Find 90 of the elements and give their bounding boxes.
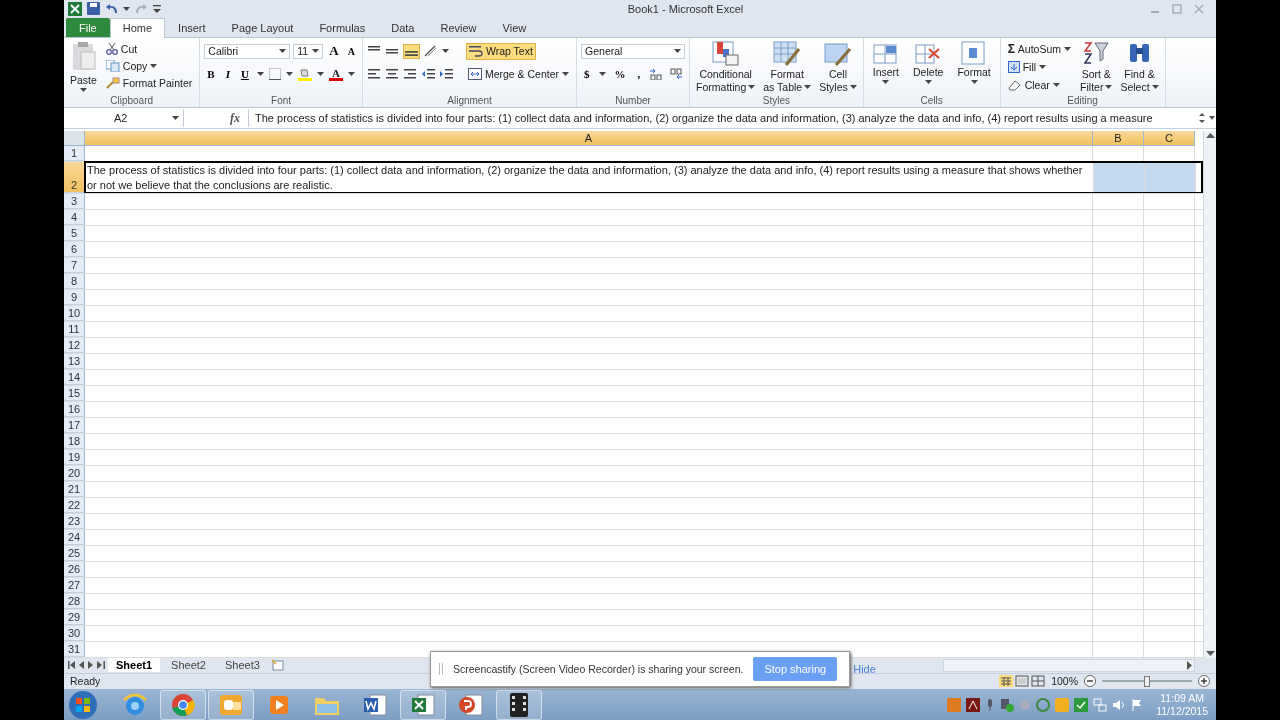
- conditional-formatting-button[interactable]: Conditional Formatting: [694, 40, 758, 94]
- delete-button[interactable]: Delete: [908, 40, 949, 94]
- fill-button[interactable]: Fill: [1004, 58, 1075, 76]
- currency-button[interactable]: $: [581, 68, 593, 81]
- ribbon-tab[interactable]: Page Layout: [218, 17, 307, 37]
- row-header[interactable]: 10: [64, 306, 85, 322]
- italic-button[interactable]: I: [222, 68, 233, 81]
- clear-button[interactable]: Clear: [1004, 76, 1075, 94]
- row-header[interactable]: 16: [64, 402, 85, 418]
- comma-button[interactable]: ,: [634, 68, 644, 81]
- row-header[interactable]: 22: [64, 498, 85, 514]
- row-header[interactable]: 13: [64, 354, 85, 370]
- group-label: Editing: [1067, 94, 1098, 106]
- row-header[interactable]: 14: [64, 370, 85, 386]
- grow-font-button[interactable]: A: [326, 43, 342, 60]
- clock-date: 11/12/2015: [1156, 704, 1208, 718]
- row-header[interactable]: 21: [64, 482, 85, 498]
- window-title: Book1 - Microsoft Excel: [626, 2, 745, 15]
- column-header[interactable]: A: [85, 131, 1093, 147]
- row-header[interactable]: 6: [64, 242, 85, 258]
- row-header[interactable]: 3: [64, 194, 85, 210]
- row-header[interactable]: 1: [64, 146, 85, 162]
- copy-button[interactable]: Copy: [102, 57, 196, 75]
- row-header[interactable]: 26: [64, 562, 85, 578]
- merge-center-button[interactable]: Merge & Center: [464, 65, 573, 83]
- notification-text: Screencastify (Screen Video Recorder) is sharing your screen.: [453, 663, 744, 675]
- cell-styles-button[interactable]: Cell Styles: [817, 40, 859, 94]
- row-header[interactable]: 24: [64, 530, 85, 546]
- font-size-field[interactable]: 11: [293, 43, 324, 59]
- insert-function-button[interactable]: fx: [230, 110, 248, 126]
- row-header[interactable]: 17: [64, 418, 85, 434]
- bold-button[interactable]: B: [204, 68, 218, 81]
- zoom-level[interactable]: 100%: [1051, 675, 1078, 688]
- ribbon-tab[interactable]: Review: [427, 17, 490, 37]
- table-cell[interactable]: The process of statistics is divided into four parts: (1) collect data and information, (2) organize the data and information, (3) analyze the data and info, (4) report results using a measure that shows whether or not we believe that the conclusions are realistic.: [86, 163, 1093, 193]
- format-as-table-button[interactable]: Format as Table: [761, 40, 814, 94]
- shrink-font-button[interactable]: A: [344, 45, 358, 57]
- row-header[interactable]: 11: [64, 322, 85, 338]
- row-header[interactable]: 23: [64, 514, 85, 530]
- formula-field[interactable]: The process of statistics is divided into four parts: (1) collect data and information, (2) organize the data and information, (3) analyze the data and info, (4) report results using a measure: [248, 109, 1196, 128]
- underline-button[interactable]: U: [237, 68, 252, 81]
- sheet-tab[interactable]: Sheet2: [163, 658, 214, 673]
- row-header[interactable]: 29: [64, 610, 85, 626]
- insert-button[interactable]: Insert: [867, 40, 905, 94]
- group-label: Alignment: [447, 94, 492, 106]
- format-button[interactable]: Format: [952, 40, 996, 94]
- ribbon-tab[interactable]: Formulas: [306, 17, 379, 37]
- row-header[interactable]: 18: [64, 434, 85, 450]
- clock-time: 11:09 AM: [1160, 691, 1204, 705]
- group-label: Number: [615, 94, 651, 106]
- name-box[interactable]: A2: [64, 109, 184, 128]
- row-header[interactable]: 8: [64, 274, 85, 290]
- status-text: Ready: [70, 675, 101, 688]
- find-select-button[interactable]: Find & Select: [1118, 40, 1161, 94]
- wrap-text-button[interactable]: Wrap Text: [465, 42, 536, 60]
- number-format-field[interactable]: General: [581, 43, 686, 59]
- column-header[interactable]: C: [1144, 131, 1195, 147]
- ribbon-tab[interactable]: File: [66, 17, 110, 37]
- percent-button[interactable]: %: [611, 68, 629, 81]
- row-header[interactable]: 5: [64, 226, 85, 242]
- sheet-tab[interactable]: Sheet1: [108, 658, 161, 673]
- row-header[interactable]: 27: [64, 578, 85, 594]
- row-header[interactable]: 25: [64, 546, 85, 562]
- autosum-button[interactable]: Σ AutoSum: [1004, 40, 1075, 58]
- sheet-tab[interactable]: Sheet3: [216, 658, 268, 673]
- ribbon-tab[interactable]: Home: [109, 17, 166, 38]
- format-painter-button[interactable]: Format Painter: [102, 74, 196, 92]
- font-color-button[interactable]: A: [328, 67, 343, 81]
- row-header[interactable]: 4: [64, 210, 85, 226]
- group-label: Cells: [920, 94, 943, 106]
- font-name-field[interactable]: Calibri: [204, 43, 291, 59]
- row-header[interactable]: 12: [64, 338, 85, 354]
- group-label: Font: [271, 94, 292, 106]
- row-header[interactable]: 31: [64, 642, 85, 658]
- group-label: Styles: [762, 94, 791, 106]
- ribbon-tab[interactable]: Insert: [165, 17, 219, 37]
- row-header[interactable]: 30: [64, 626, 85, 642]
- row-header[interactable]: 15: [64, 386, 85, 402]
- ribbon-tab[interactable]: Data: [378, 17, 428, 37]
- row-header[interactable]: 9: [64, 290, 85, 306]
- row-header[interactable]: 20: [64, 466, 85, 482]
- row-header[interactable]: 19: [64, 450, 85, 466]
- row-header[interactable]: 2: [64, 162, 85, 194]
- row-header[interactable]: 28: [64, 594, 85, 610]
- row-header[interactable]: 7: [64, 258, 85, 274]
- ribbon-tab[interactable]: View: [489, 17, 540, 37]
- sort-filter-button[interactable]: Sort & Filter: [1078, 40, 1115, 94]
- cut-button[interactable]: Cut: [102, 40, 196, 58]
- group-label: Clipboard: [110, 94, 154, 106]
- column-header[interactable]: B: [1093, 131, 1144, 147]
